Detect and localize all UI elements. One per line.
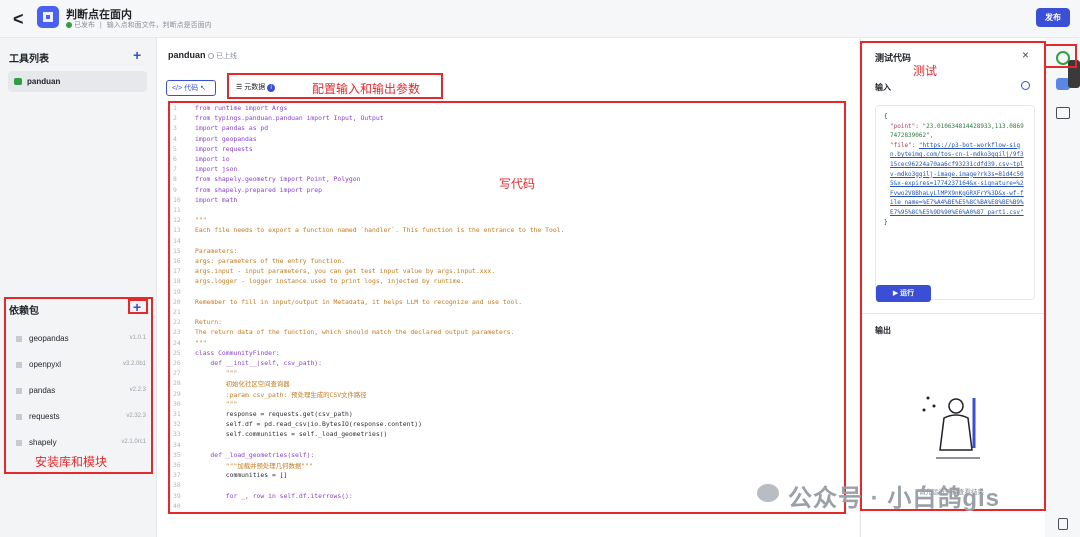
page-subtitle: 已发布 | 输入点和面文件，判断点是否面内	[66, 20, 212, 30]
annotation-box-run-icon	[1044, 44, 1077, 68]
annotation-config: 配置输入和输出参数	[312, 82, 421, 96]
annotation-box-code	[168, 101, 846, 514]
side-rail	[1045, 38, 1080, 537]
tool-item-panduan[interactable]: panduan	[8, 71, 147, 92]
code-icon: </>	[172, 85, 183, 92]
watermark: 公众号 · 小白鸽gis	[788, 485, 1001, 512]
annotation-box-test	[860, 41, 1046, 511]
publish-button[interactable]: 发布	[1036, 8, 1070, 27]
annotation-test: 测试	[913, 64, 938, 78]
online-icon	[208, 53, 214, 60]
annotation-write: 写代码	[499, 177, 536, 191]
tool-status: 已上线	[208, 51, 237, 61]
tools-title: 工具列表	[9, 54, 49, 65]
add-tool-icon[interactable]: +	[133, 47, 141, 63]
app-logo-icon	[37, 6, 59, 28]
annotation-box-add	[128, 299, 148, 314]
published-status: 已发布	[73, 22, 95, 29]
cursor-icon: ↖	[200, 85, 206, 92]
tool-name: panduan	[168, 50, 206, 60]
terminal-icon[interactable]	[1056, 107, 1070, 119]
back-arrow-icon[interactable]: <	[13, 9, 24, 30]
tool-item-label: panduan	[27, 77, 61, 86]
tool-status-icon	[14, 78, 22, 85]
top-bar: < 判断点在面内 已发布 | 输入点和面文件，判断点是否面内 发布	[0, 0, 1080, 38]
document-icon[interactable]	[1058, 518, 1068, 530]
tab-code[interactable]: </> 代码 ↖	[166, 80, 216, 96]
published-status-icon	[66, 22, 72, 29]
annotation-box-deps	[4, 297, 153, 474]
page-description: 输入点和面文件，判断点是否面内	[106, 22, 212, 29]
wechat-icon	[757, 484, 779, 502]
annotation-install: 安装库和模块	[35, 455, 108, 469]
